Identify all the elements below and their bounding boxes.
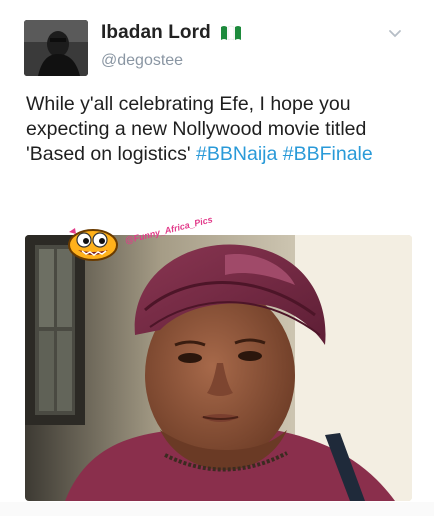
avatar-image (24, 20, 88, 76)
tweet-text: While y'all celebrating Efe, I hope you … (26, 92, 421, 167)
photo-woman-headwrap (25, 235, 412, 501)
tweet-card: Ibadan Lord @degostee While y'all celebr… (0, 0, 434, 516)
tweet-photo[interactable] (25, 235, 412, 501)
chevron-down-icon[interactable] (388, 26, 402, 38)
display-name[interactable]: Ibadan Lord (101, 22, 242, 44)
display-name-text[interactable]: Ibadan Lord (101, 22, 211, 44)
hashtag-link[interactable]: #BBFinale (283, 143, 373, 165)
nigeria-flag-icon (220, 24, 242, 42)
hashtag-link[interactable]: #BBNaija (196, 143, 277, 165)
watermark-emoji (66, 226, 120, 262)
user-handle[interactable]: @degostee (101, 52, 183, 70)
avatar[interactable] (24, 20, 88, 76)
bottom-edge (0, 502, 434, 516)
